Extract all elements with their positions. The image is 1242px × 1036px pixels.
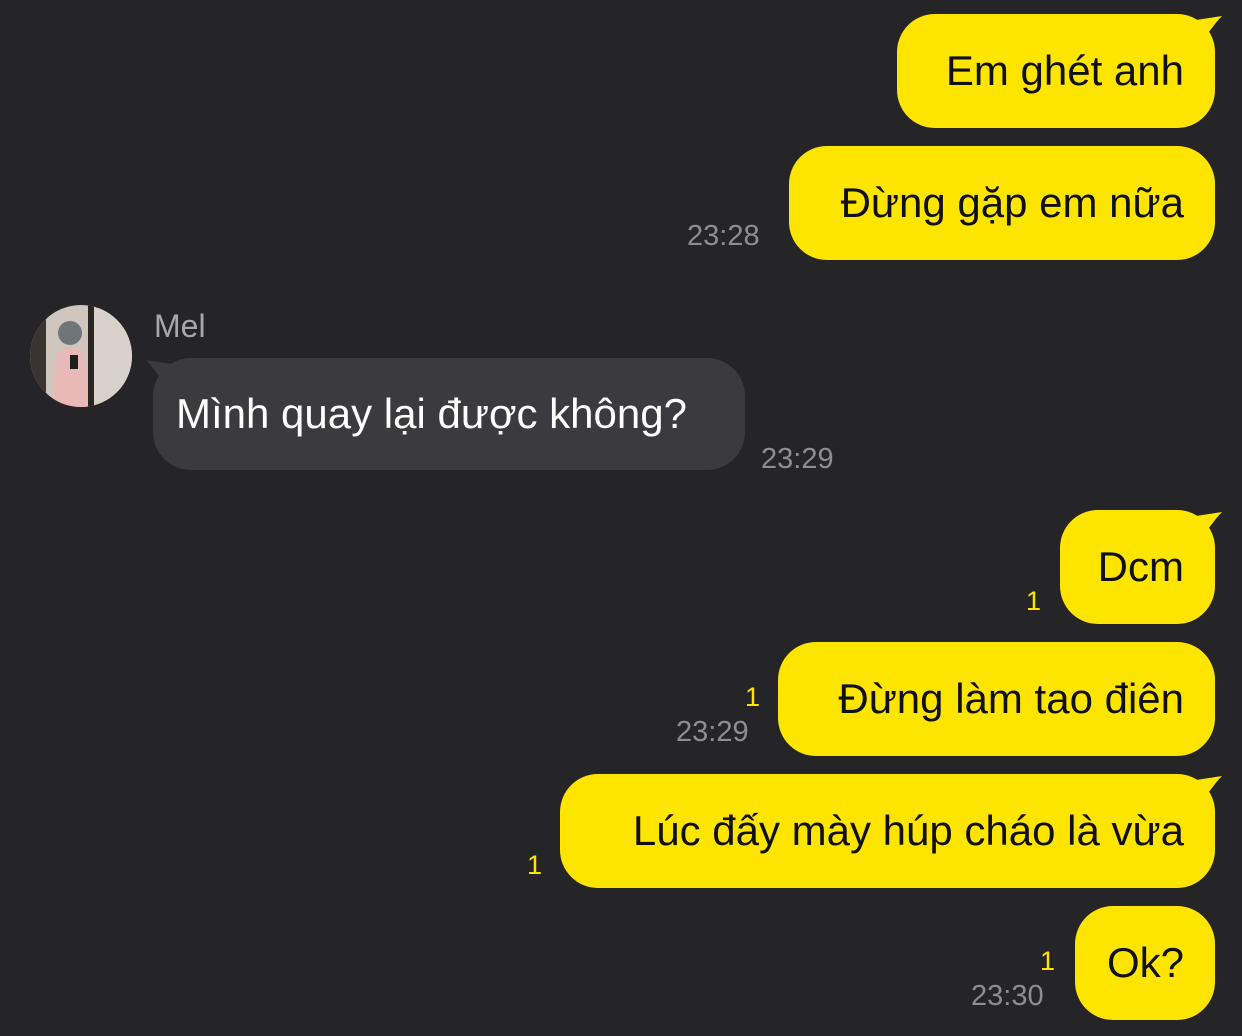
message-bubble-outgoing[interactable]: Ok? [1075, 906, 1215, 1020]
avatar[interactable] [30, 305, 132, 407]
unread-count: 1 [1026, 586, 1042, 616]
message-text: Ok? [1106, 939, 1184, 986]
message-timestamp: 23:29 [761, 443, 834, 475]
message-timestamp: 23:28 [687, 220, 760, 252]
unread-count: 1 [527, 850, 543, 880]
message-text: Mình quay lại được không? [176, 390, 687, 437]
message-text: Dcm [1097, 543, 1184, 590]
message-bubble-outgoing[interactable]: Em ghét anh [897, 14, 1215, 128]
message-timestamp: 23:30 [971, 980, 1044, 1012]
avatar-icon [30, 305, 132, 407]
message-text: Đừng làm tao điên [838, 675, 1184, 722]
sender-name: Mel [154, 308, 206, 344]
bubble-tail-outgoing [1196, 16, 1222, 42]
message-bubble-outgoing[interactable]: Đừng làm tao điên [778, 642, 1215, 756]
message-bubble-outgoing[interactable]: Đừng gặp em nữa [789, 146, 1215, 260]
unread-count: 1 [745, 682, 761, 712]
message-text: Lúc đấy mày húp cháo là vừa [632, 807, 1184, 854]
message-bubble-outgoing[interactable]: Dcm [1060, 510, 1215, 624]
message-bubble-outgoing[interactable]: Lúc đấy mày húp cháo là vừa [560, 774, 1215, 888]
message-timestamp: 23:29 [676, 716, 749, 748]
bubble-tail-outgoing [1196, 776, 1222, 802]
message-text: Đừng gặp em nữa [840, 179, 1184, 226]
message-bubble-incoming[interactable]: Mình quay lại được không? [153, 358, 745, 470]
unread-count: 1 [1040, 946, 1056, 976]
message-text: Em ghét anh [945, 47, 1184, 94]
bubble-tail-outgoing [1196, 512, 1222, 538]
